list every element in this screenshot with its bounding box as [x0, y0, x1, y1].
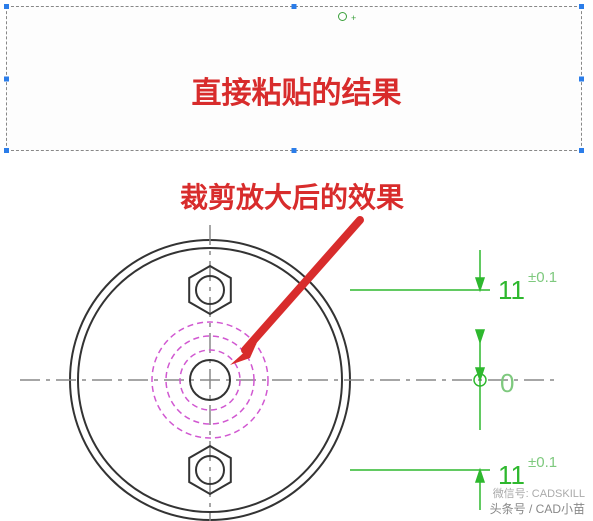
- dimension-top: 11 ±0.1: [498, 275, 525, 306]
- dim-tolerance: ±0.1: [528, 269, 557, 286]
- dim-value: 11: [498, 275, 525, 305]
- dim-tolerance: ±0.1: [528, 454, 557, 471]
- engineering-drawing: [0, 0, 593, 521]
- flange-drawing: [20, 225, 560, 521]
- watermark-line2: 头条号 / CAD小苗: [490, 500, 585, 517]
- annotation-arrow: [230, 220, 360, 365]
- watermark-line1: 微信号: CADSKILL: [493, 485, 585, 501]
- dim-value: 0: [500, 368, 514, 398]
- dimension-mid: 0: [500, 368, 514, 399]
